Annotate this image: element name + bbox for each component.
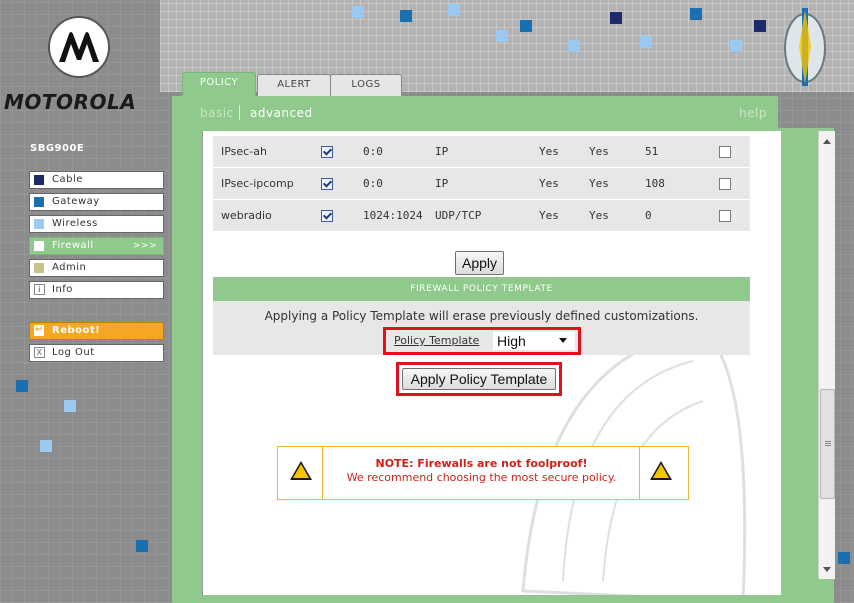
rule-enabled-checkbox[interactable] (321, 210, 333, 222)
rule-delete-cell (711, 167, 750, 200)
sidebar-item-admin[interactable]: Admin (29, 259, 164, 277)
rule-id: 108 (637, 167, 711, 200)
sidebar-item-label: Info (52, 284, 73, 295)
sidebar-menu: Cable Gateway Wireless Firewall >>> Admi… (29, 171, 164, 366)
rule-col5: Yes (531, 136, 581, 168)
template-section: Applying a Policy Template will erase pr… (213, 301, 750, 355)
subnav-basic-link[interactable]: basic (200, 106, 234, 120)
sidebar-item-cable[interactable]: Cable (29, 171, 164, 189)
rule-protocol: IP (427, 167, 531, 200)
rule-delete-checkbox[interactable] (719, 178, 731, 190)
admin-swatch-icon (34, 263, 44, 273)
firewall-note-box: ! NOTE: Firewalls are not foolproof! We … (277, 446, 689, 500)
tab-logs[interactable]: LOGS (330, 74, 402, 97)
rule-id: 0 (637, 199, 711, 232)
rule-delete-cell (711, 199, 750, 232)
logout-label: Log Out (52, 347, 95, 358)
apply-policy-template-highlight: Apply Policy Template (396, 362, 562, 396)
motorola-logo-icon (48, 16, 110, 78)
note-title: NOTE: Firewalls are not foolproof! (375, 457, 588, 470)
rule-enabled-cell (313, 167, 355, 200)
rule-delete-cell (711, 136, 750, 168)
chevron-right-icon: >>> (132, 241, 157, 251)
apply-policy-template-button[interactable]: Apply Policy Template (402, 368, 556, 390)
policy-template-field: Policy Template High (383, 327, 581, 355)
rule-name: IPsec-ipcomp (213, 167, 313, 200)
rule-col5: Yes (531, 167, 581, 200)
reboot-button[interactable]: ↩ Reboot! (29, 322, 164, 340)
rule-ports: 1024:1024 (355, 199, 427, 232)
rule-col6: Yes (581, 136, 637, 168)
template-warning-message: Applying a Policy Template will erase pr… (264, 309, 699, 323)
rule-enabled-cell (313, 136, 355, 168)
template-section-header: FIREWALL POLICY TEMPLATE (213, 277, 750, 301)
rule-protocol: UDP/TCP (427, 199, 531, 232)
sidebar-item-label: Firewall (52, 240, 94, 251)
policy-template-select[interactable]: High (493, 332, 575, 350)
rule-delete-checkbox[interactable] (719, 210, 731, 222)
warning-icon: ! (650, 461, 672, 480)
policy-template-link[interactable]: Policy Template (394, 334, 479, 347)
warning-icon: ! (290, 461, 312, 480)
sub-navigation: basic advanced help (172, 96, 778, 128)
sidebar-item-wireless[interactable]: Wireless (29, 215, 164, 233)
shield-badge-icon (784, 8, 826, 86)
subnav-advanced-link[interactable]: advanced (250, 106, 313, 120)
header-logo: MOTOROLA (0, 0, 165, 125)
scroll-down-icon[interactable] (823, 567, 831, 572)
note-divider (639, 447, 640, 499)
table-row: IPsec-ah 0:0 IP Yes Yes 51 (213, 136, 750, 168)
table-row: webradio 1024:1024 UDP/TCP Yes Yes 0 (213, 199, 750, 232)
rule-name: IPsec-ah (213, 136, 313, 168)
model-name: SBG900E (30, 143, 85, 154)
scroll-up-icon[interactable] (823, 139, 831, 144)
rule-col6: Yes (581, 167, 637, 200)
tab-logs-label: LOGS (351, 79, 381, 90)
sidebar-item-info[interactable]: i Info (29, 281, 164, 299)
reboot-icon: ↩ (34, 325, 44, 336)
tab-alert-label: ALERT (277, 79, 311, 90)
note-subtitle: We recommend choosing the most secure po… (346, 471, 617, 484)
vertical-scrollbar[interactable] (818, 131, 835, 579)
rule-enabled-checkbox[interactable] (321, 178, 333, 190)
cable-swatch-icon (34, 175, 44, 185)
sidebar-item-label: Gateway (52, 196, 100, 207)
info-icon: i (34, 284, 45, 295)
rule-enabled-cell (313, 199, 355, 232)
sidebar-item-label: Admin (52, 262, 87, 273)
close-icon: X (34, 347, 45, 358)
rule-name: webradio (213, 199, 313, 232)
rule-col5: Yes (531, 199, 581, 232)
tab-alert[interactable]: ALERT (257, 74, 331, 97)
gateway-swatch-icon (34, 197, 44, 207)
sidebar-item-firewall[interactable]: Firewall >>> (29, 237, 164, 255)
logout-button[interactable]: X Log Out (29, 344, 164, 362)
rule-enabled-checkbox[interactable] (321, 146, 333, 158)
main-content: IPsec-ah 0:0 IP Yes Yes 51 IPsec-ipcomp … (202, 131, 781, 595)
rule-ports: 0:0 (355, 136, 427, 168)
sidebar-item-label: Cable (52, 174, 83, 185)
rule-id: 51 (637, 136, 711, 168)
wireless-swatch-icon (34, 219, 44, 229)
tab-policy-label: POLICY (199, 77, 239, 88)
scrollbar-thumb[interactable] (820, 389, 835, 499)
rule-protocol: IP (427, 136, 531, 168)
rule-delete-checkbox[interactable] (719, 146, 731, 158)
policy-template-value: High (497, 333, 526, 349)
sidebar-item-gateway[interactable]: Gateway (29, 193, 164, 211)
rule-col6: Yes (581, 199, 637, 232)
subnav-divider (239, 105, 240, 120)
subnav-help-link[interactable]: help (739, 106, 767, 120)
rule-ports: 0:0 (355, 167, 427, 200)
reboot-label: Reboot! (52, 325, 101, 336)
firewall-rules-table: IPsec-ah 0:0 IP Yes Yes 51 IPsec-ipcomp … (213, 136, 750, 232)
brand-name: MOTOROLA (4, 90, 137, 114)
firewall-swatch-icon (34, 241, 44, 251)
sidebar-item-label: Wireless (52, 218, 98, 229)
tab-policy[interactable]: POLICY (182, 72, 256, 97)
table-row: IPsec-ipcomp 0:0 IP Yes Yes 108 (213, 167, 750, 200)
apply-button[interactable]: Apply (455, 251, 505, 275)
chevron-down-icon (559, 338, 567, 343)
